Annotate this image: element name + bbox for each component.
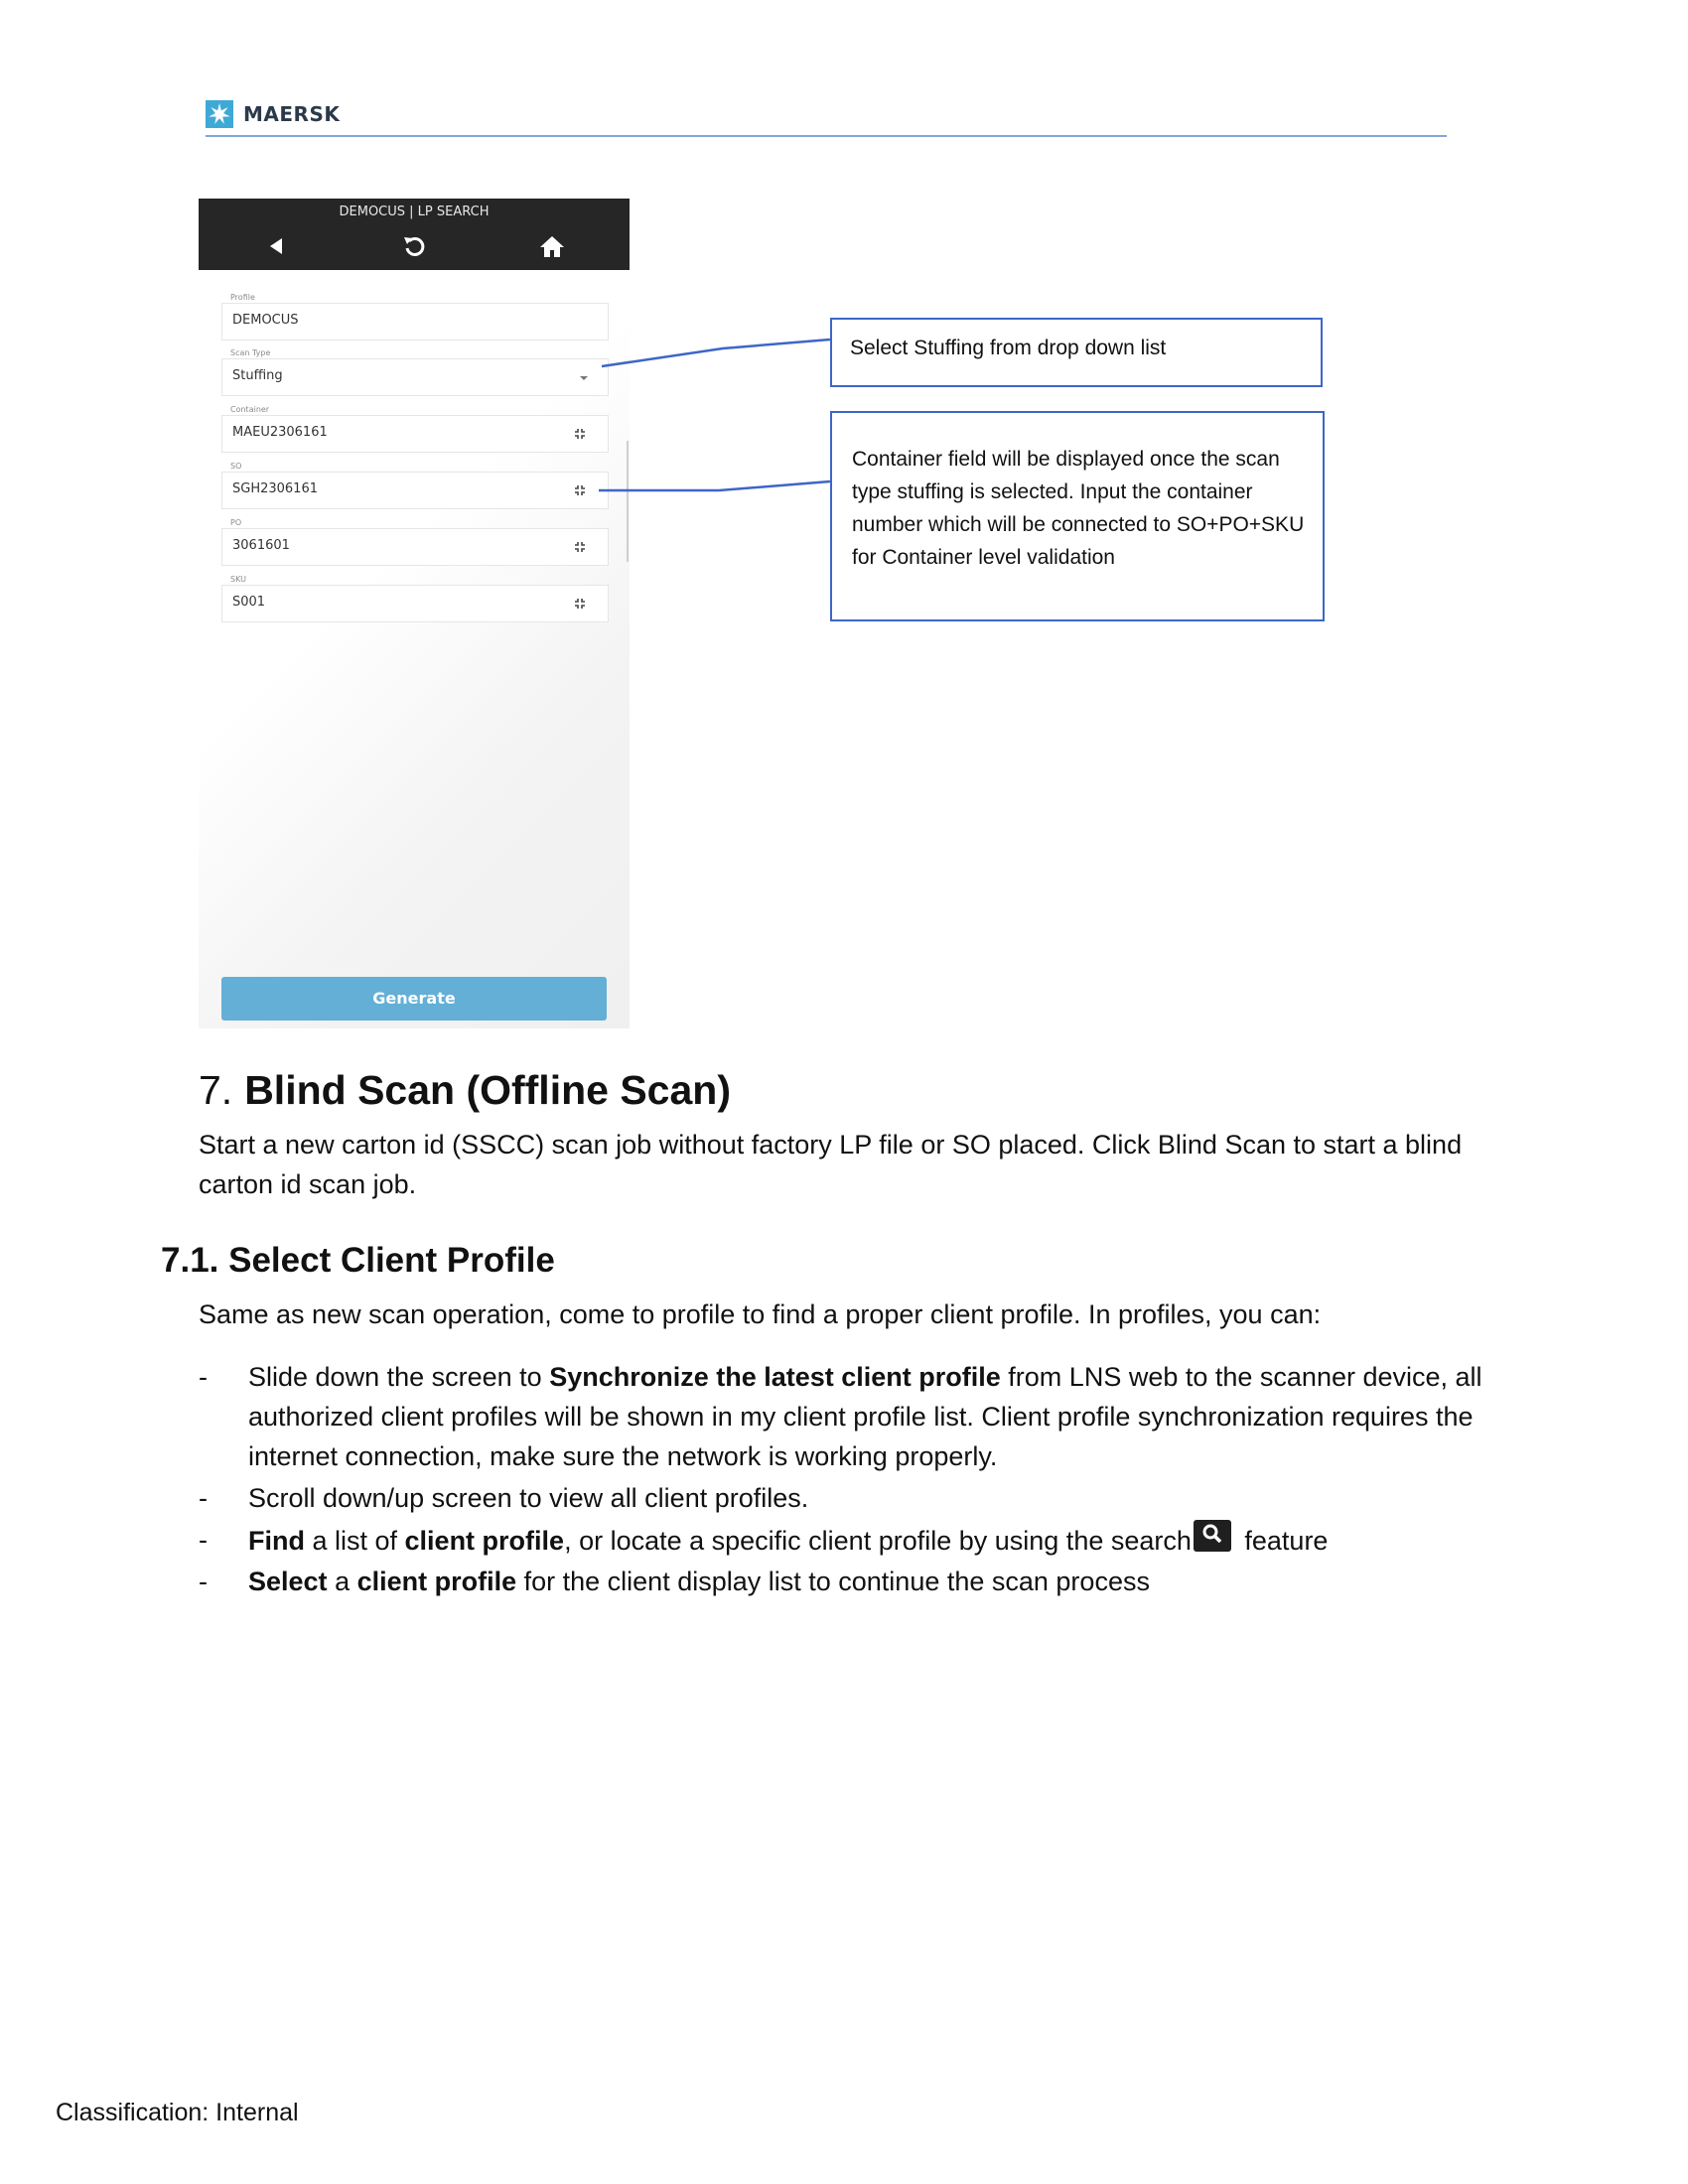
maersk-star-logo-icon	[206, 100, 233, 128]
profile-label: Profile	[230, 293, 255, 302]
brand-name: MAERSK	[243, 102, 341, 126]
po-field[interactable]: 3061601	[221, 528, 609, 566]
scan-icon[interactable]	[572, 426, 588, 442]
sku-value: S001	[232, 595, 266, 610]
home-icon[interactable]	[538, 232, 566, 260]
bullet-dash: -	[199, 1567, 208, 1596]
po-label: PO	[230, 518, 242, 527]
profile-value: DEMOCUS	[232, 313, 299, 328]
phone-screenshot: DEMOCUS | LP SEARCH Profile DEMOCUS Scan…	[199, 199, 630, 1028]
so-field[interactable]: SGH2306161	[221, 472, 609, 509]
so-value: SGH2306161	[232, 481, 318, 496]
container-label: Container	[230, 405, 270, 414]
section-7-heading: 7. Blind Scan (Offline Scan)	[199, 1062, 731, 1118]
bullet-bold-part: client profile	[404, 1526, 565, 1556]
bullet-bold-part: Synchronize the latest client profile	[549, 1362, 1001, 1392]
sku-label: SKU	[230, 575, 246, 584]
callout-stuffing: Select Stuffing from drop down list	[830, 318, 1323, 387]
scan-type-dropdown[interactable]: Stuffing	[221, 358, 609, 396]
bullet-text-part: a	[327, 1567, 357, 1596]
scan-type-label: Scan Type	[230, 348, 271, 357]
section-7-1-heading: 7.1. Select Client Profile	[161, 1241, 555, 1280]
bullet-text: Select a client profile for the client d…	[248, 1562, 1489, 1601]
sku-field[interactable]: S001	[221, 585, 609, 622]
scan-icon[interactable]	[572, 596, 588, 612]
classification-footer: Classification: Internal	[56, 2099, 299, 2126]
container-value: MAEU2306161	[232, 425, 328, 440]
callout-stuffing-text: Select Stuffing from drop down list	[850, 337, 1167, 359]
bullet-text: Scroll down/up screen to view all client…	[248, 1483, 809, 1513]
back-arrow-icon[interactable]	[262, 232, 290, 260]
header-divider	[206, 135, 1447, 137]
section-7-number: 7.	[199, 1067, 233, 1113]
bullet-text-part: Slide down the screen to	[248, 1362, 550, 1392]
phone-title: DEMOCUS | LP SEARCH	[339, 205, 490, 219]
callout-container: Container field will be displayed once t…	[830, 411, 1325, 621]
bullet-bold-part: client profile	[356, 1567, 517, 1596]
chevron-down-icon	[578, 371, 590, 383]
bullet-dash: -	[199, 1483, 208, 1513]
phone-top-bar: DEMOCUS | LP SEARCH	[199, 199, 630, 270]
bullet-text-part: a list of	[304, 1526, 405, 1556]
bullet-text-part: , or locate a specific client profile by…	[564, 1526, 1192, 1556]
scrollbar[interactable]	[627, 441, 629, 562]
bullet-dash: -	[199, 1525, 208, 1555]
scan-icon[interactable]	[572, 539, 588, 555]
callout-container-text: Container field will be displayed once t…	[852, 448, 1305, 569]
bullet-bold-part: Find	[248, 1526, 305, 1556]
section-7-intro: Start a new carton id (SSCC) scan job wi…	[199, 1130, 1463, 1199]
bullet-text: Find a list of client profile, or locate…	[248, 1520, 1489, 1561]
bullet-text-part: for the client display list to continue …	[516, 1567, 1150, 1596]
bullet-text-part: feature	[1236, 1526, 1329, 1556]
refresh-icon[interactable]	[400, 232, 428, 260]
po-value: 3061601	[232, 538, 290, 553]
section-7-1-intro: Same as new scan operation, come to prof…	[199, 1299, 1322, 1329]
profile-field[interactable]: DEMOCUS	[221, 303, 609, 341]
bullet-text: Slide down the screen to Synchronize the…	[248, 1357, 1489, 1476]
bullet-bold-part: Select	[248, 1567, 328, 1596]
search-icon	[1193, 1520, 1231, 1552]
so-label: SO	[230, 462, 242, 471]
container-field[interactable]: MAEU2306161	[221, 415, 609, 453]
scan-icon[interactable]	[572, 482, 588, 498]
bullet-dash: -	[199, 1362, 208, 1392]
scan-type-value: Stuffing	[232, 368, 283, 383]
section-7-title: Blind Scan (Offline Scan)	[244, 1067, 731, 1113]
generate-button[interactable]: Generate	[221, 977, 607, 1021]
